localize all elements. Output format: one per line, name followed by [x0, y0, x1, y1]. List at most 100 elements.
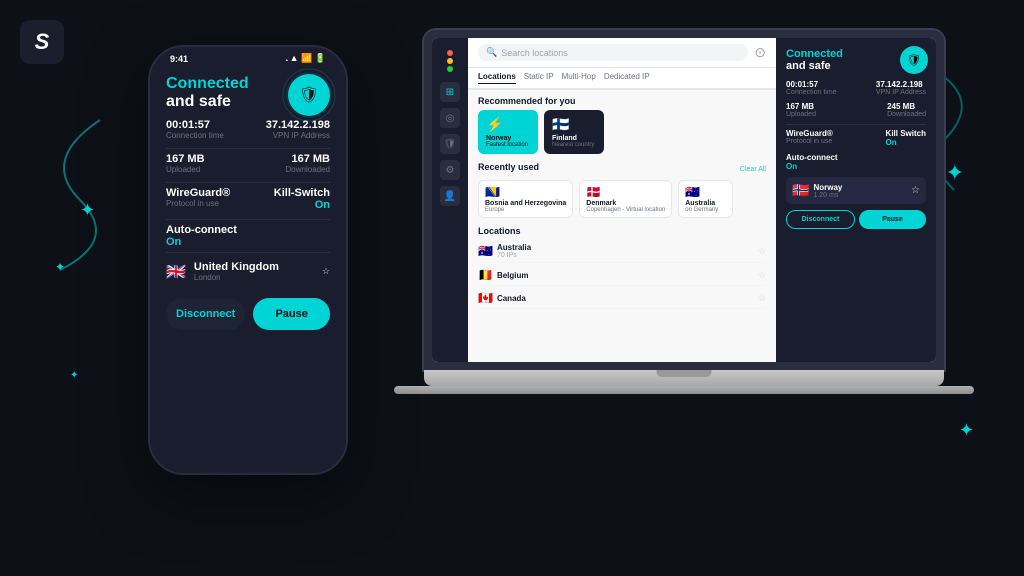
- panel-location-name: Norway: [813, 183, 842, 192]
- panel-stat-time-row: 00:01:57 Connection time 37.142.2.198 VP…: [786, 80, 926, 96]
- phone-autoconnect-value: On: [166, 236, 330, 248]
- list-item-australia[interactable]: 🇦🇺 Australia 70 IPs ☆: [478, 240, 766, 263]
- phone-autoconnect: Auto-connect: [166, 224, 330, 236]
- australia-list-name: Australia: [497, 243, 531, 252]
- phone-content: Connected and safe 🛡 00:01:57 Connection…: [150, 66, 346, 346]
- recent-card-denmark[interactable]: 🇩🇰 Denmark Copenhagen - Virtual location: [579, 180, 672, 218]
- sidebar-icon-settings[interactable]: ⚙: [440, 160, 460, 180]
- phone-download: 167 MB: [248, 153, 330, 165]
- phone-killswitch: Kill-Switch: [248, 187, 330, 199]
- recommended-grid: ⚡ Norway Fastest location 🇫🇮 Finland Nea…: [478, 110, 766, 154]
- panel-favorite-icon[interactable]: ☆: [911, 185, 920, 196]
- search-placeholder: Search locations: [501, 48, 568, 58]
- sidebar-icon-shield[interactable]: 🛡: [440, 134, 460, 154]
- phone-favorite-icon[interactable]: ☆: [322, 266, 330, 277]
- phone-location-country: United Kingdom: [194, 261, 279, 273]
- panel-pause-button[interactable]: Pause: [859, 210, 926, 229]
- panel-time-value: 00:01:57: [786, 80, 837, 89]
- phone-protocol-label: Protocol in use: [166, 199, 248, 208]
- panel-action-buttons: Disconnect Pause: [786, 210, 926, 229]
- recently-grid: 🇧🇦 Bosnia and Herzegovina Europe 🇩🇰 Denm…: [478, 180, 766, 218]
- window-dot-maximize[interactable]: [447, 66, 453, 72]
- phone-mockup: 9:41 ▲▲▲ 📶 🔋 Connected and safe 🛡: [148, 45, 348, 475]
- laptop-base: [424, 370, 944, 386]
- panel-killswitch-value: Kill Switch: [886, 129, 926, 138]
- denmark-flag-icon: 🇩🇰: [586, 185, 665, 199]
- phone-location: 🇬🇧 United Kingdom London ☆: [166, 252, 330, 290]
- norway-panel-flag-icon: 🇳🇴: [792, 182, 809, 199]
- panel-upload-label: Uploaded: [786, 111, 816, 118]
- belgium-name: Belgium: [497, 271, 529, 280]
- tab-locations[interactable]: Locations: [478, 72, 516, 84]
- australia-list-flag-icon: 🇦🇺: [478, 244, 493, 258]
- belgium-flag-icon: 🇧🇪: [478, 268, 493, 282]
- tab-static-ip[interactable]: Static IP: [524, 72, 554, 84]
- recent-card-australia[interactable]: 🇦🇺 Australia on Germany: [678, 180, 733, 218]
- panel-download-label: Downloaded: [887, 111, 926, 118]
- search-box[interactable]: 🔍 Search locations: [478, 44, 748, 61]
- phone-shield-button[interactable]: 🛡: [288, 74, 330, 116]
- clear-all-button[interactable]: Clear All: [740, 166, 766, 173]
- tab-dedicated-ip[interactable]: Dedicated IP: [604, 72, 650, 84]
- sidebar-icon-grid[interactable]: ⊞: [440, 82, 460, 102]
- phone-disconnect-button[interactable]: Disconnect: [166, 298, 245, 330]
- finland-name: Finland: [552, 135, 596, 142]
- phone-connection-time-label: Connection time: [166, 131, 248, 140]
- phone-upload-label: Uploaded: [166, 165, 248, 174]
- finland-sub: Nearest country: [552, 142, 596, 148]
- phone-ip: 37.142.2.198: [248, 119, 330, 131]
- phone-killswitch-value: On: [248, 199, 330, 211]
- locations-list: 🇦🇺 Australia 70 IPs ☆ 🇧🇪: [478, 240, 766, 309]
- laptop-foot: [394, 386, 974, 394]
- recommended-card-finland[interactable]: 🇫🇮 Finland Nearest country: [544, 110, 604, 154]
- recommended-title: Recommended for you: [478, 96, 766, 106]
- australia-list-count: 70 IPs: [497, 252, 531, 259]
- finland-flag-icon: 🇫🇮: [552, 116, 596, 133]
- list-item-canada[interactable]: 🇨🇦 Canada ☆: [478, 288, 766, 309]
- belgium-favorite-icon[interactable]: ☆: [758, 270, 766, 281]
- window-dot-minimize[interactable]: [447, 58, 453, 64]
- panel-autoconnect-label: Auto-connect: [786, 153, 926, 162]
- phone-protocol: WireGuard®: [166, 187, 248, 199]
- swirl-left-icon: [20, 100, 120, 280]
- panel-ip-value: 37.142.2.198: [876, 80, 926, 89]
- denmark-sub: Copenhagen - Virtual location: [586, 207, 665, 213]
- vpn-tabs: Locations Static IP Multi-Hop Dedicated …: [468, 68, 776, 89]
- deco-star-5: ✦: [70, 370, 78, 381]
- phone-location-city: London: [194, 273, 279, 282]
- panel-protocol-value: WireGuard®: [786, 129, 833, 138]
- panel-time-label: Connection time: [786, 89, 837, 96]
- filter-icon[interactable]: ⊙: [754, 44, 766, 61]
- logo-symbol: S: [35, 29, 50, 55]
- panel-shield-button[interactable]: 🛡: [900, 46, 928, 74]
- panel-stat-data-row: 167 MB Uploaded 245 MB Downloaded: [786, 102, 926, 118]
- panel-disconnect-button[interactable]: Disconnect: [786, 210, 855, 229]
- panel-ip-label: VPN IP Address: [876, 89, 926, 96]
- panel-shield-icon: 🛡: [906, 53, 921, 67]
- phone-notch: [208, 47, 288, 69]
- laptop-notch: [657, 370, 712, 377]
- australia-favorite-icon[interactable]: ☆: [758, 246, 766, 257]
- vpn-connected-panel: Connected and safe 🛡 00:01:57 Connection…: [776, 38, 936, 362]
- norway-icon: ⚡: [486, 116, 530, 133]
- panel-norway-location[interactable]: 🇳🇴 Norway 1.20 ms ☆: [786, 177, 926, 204]
- phone-ip-label: VPN IP Address: [248, 131, 330, 140]
- list-item-belgium[interactable]: 🇧🇪 Belgium ☆: [478, 265, 766, 286]
- canada-favorite-icon[interactable]: ☆: [758, 293, 766, 304]
- panel-protocol-row: WireGuard® Protocol in use Kill Switch O…: [786, 129, 926, 147]
- deco-star-4: ✦: [959, 420, 974, 441]
- tab-multi-hop[interactable]: Multi-Hop: [562, 72, 596, 84]
- phone-pause-button[interactable]: Pause: [253, 298, 330, 330]
- panel-upload-value: 167 MB: [786, 102, 816, 111]
- bosnia-sub: Europe: [485, 207, 566, 213]
- logo: S: [20, 20, 64, 64]
- shield-icon: 🛡: [299, 85, 319, 105]
- vpn-location-content: Recommended for you ⚡ Norway Fastest loc…: [468, 90, 776, 315]
- recommended-card-norway[interactable]: ⚡ Norway Fastest location: [478, 110, 538, 154]
- panel-protocol-label: Protocol in use: [786, 138, 833, 145]
- sidebar-icon-search[interactable]: ◎: [440, 108, 460, 128]
- window-dot-close[interactable]: [447, 50, 453, 56]
- australia-sub: on Germany: [685, 207, 726, 213]
- sidebar-icon-user[interactable]: 👤: [440, 186, 460, 206]
- recent-card-bosnia[interactable]: 🇧🇦 Bosnia and Herzegovina Europe: [478, 180, 573, 218]
